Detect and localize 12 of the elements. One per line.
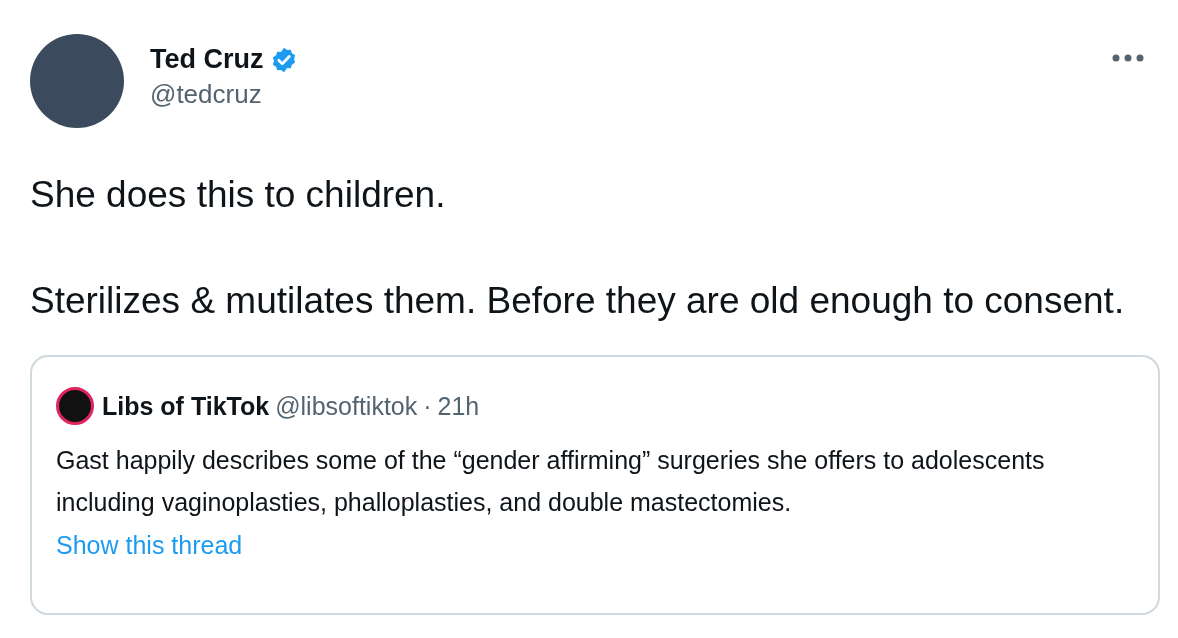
more-options-icon[interactable]	[1112, 54, 1144, 62]
quoted-avatar	[56, 387, 94, 425]
quoted-author-name: Libs of TikTok	[102, 391, 270, 421]
author-name[interactable]: Ted Cruz	[150, 44, 264, 75]
tweet-text: Sterilizes & mutilates them. Before they are old enough to consent.	[30, 279, 1126, 323]
separator: ·	[423, 391, 432, 421]
timestamp: 21h	[437, 391, 480, 421]
quoted-tweet-text: Gast happily describes some of the “gender affirming” surgeries she offers to adolescents including vaginoplasties, phalloplasties, and double mastectomies.	[56, 445, 1046, 518]
quoted-author-handle: @libsoftiktok	[275, 391, 418, 421]
quoted-tweet-card[interactable]	[30, 355, 1160, 615]
tweet-text: She does this to children.	[30, 173, 447, 217]
author-handle[interactable]: @tedcruz	[150, 79, 298, 110]
